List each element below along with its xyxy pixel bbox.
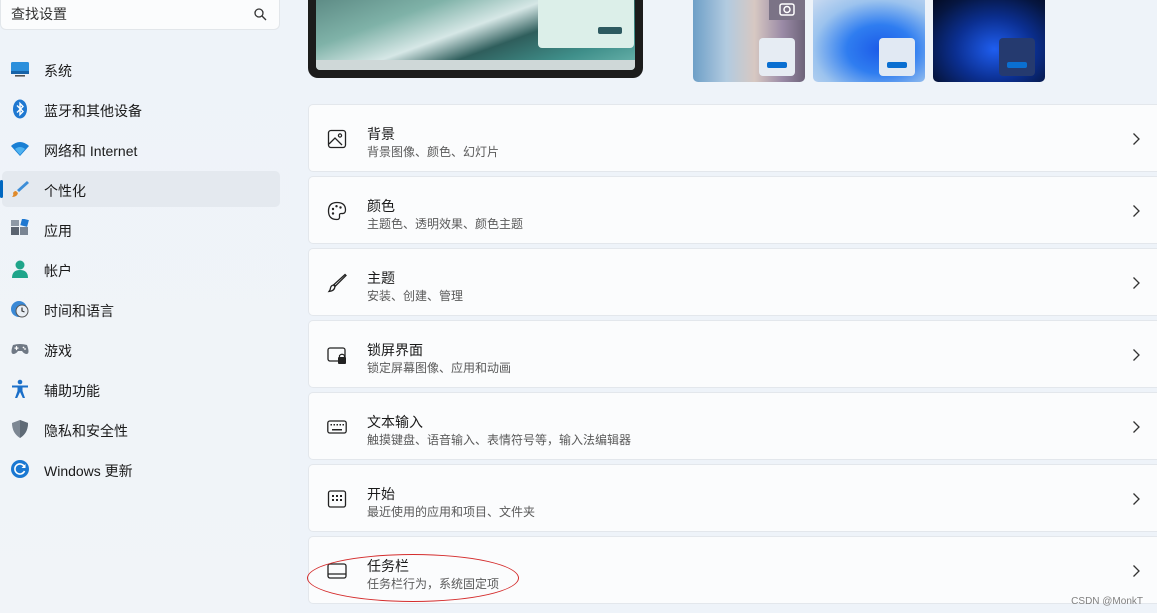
wifi-icon [11, 142, 29, 156]
bluetooth-icon [13, 99, 27, 119]
preview-taskbar [316, 60, 635, 70]
apps-icon [11, 219, 29, 235]
chevron-right-icon [1133, 349, 1140, 361]
sidebar-item-windows-update[interactable]: Windows 更新 [2, 451, 280, 487]
sidebar-item-label: 隐私和安全性 [44, 423, 128, 439]
chevron-right-icon [1133, 277, 1140, 289]
refresh-icon [11, 460, 29, 478]
chevron-right-icon [1133, 493, 1140, 505]
theme-thumbnail-1[interactable] [693, 0, 805, 82]
card-title: 主题 [367, 270, 395, 286]
brush-icon [327, 273, 347, 293]
sidebar-item-time-language[interactable]: 时间和语言 [2, 291, 280, 327]
card-subtitle: 触摸键盘、语音输入、表情符号等，输入法编辑器 [367, 433, 632, 447]
card-start[interactable]: 开始 最近使用的应用和项目、文件夹 [308, 464, 1157, 532]
card-subtitle: 安装、创建、管理 [367, 289, 464, 303]
gamepad-icon [11, 344, 29, 354]
sidebar-item-apps[interactable]: 应用 [2, 211, 280, 247]
main-content: 背景 背景图像、颜色、幻灯片 颜色 主题色、透明效果、颜色主题 主题 安装、创建… [300, 0, 1157, 613]
shield-icon [12, 420, 28, 438]
chevron-right-icon [1133, 421, 1140, 433]
card-title: 文本输入 [367, 414, 423, 430]
card-title: 锁屏界面 [367, 342, 423, 358]
chevron-right-icon [1133, 205, 1140, 217]
card-subtitle: 锁定屏幕图像、应用和动画 [367, 361, 512, 375]
search-box[interactable] [0, 0, 280, 30]
card-background[interactable]: 背景 背景图像、颜色、幻灯片 [308, 104, 1157, 172]
sidebar-item-network[interactable]: 网络和 Internet [2, 131, 280, 167]
start-icon [327, 490, 347, 508]
card-lock-screen[interactable]: 锁屏界面 锁定屏幕图像、应用和动画 [308, 320, 1157, 388]
monitor-icon [11, 62, 29, 77]
sidebar-item-gaming[interactable]: 游戏 [2, 331, 280, 367]
sidebar-item-label: 个性化 [44, 183, 86, 199]
sidebar-item-label: 时间和语言 [44, 303, 114, 319]
sidebar-item-system[interactable]: 系统 [2, 51, 280, 87]
sidebar-item-label: 蓝牙和其他设备 [44, 103, 142, 119]
search-input[interactable] [11, 3, 241, 25]
theme-thumbnail-3[interactable] [933, 0, 1045, 82]
sidebar-item-label: Windows 更新 [44, 463, 133, 479]
accessibility-icon [12, 379, 28, 398]
sidebar-item-bluetooth[interactable]: 蓝牙和其他设备 [2, 91, 280, 127]
card-title: 开始 [367, 486, 395, 502]
palette-icon [327, 201, 347, 221]
theme-thumbnail-2[interactable] [813, 0, 925, 82]
camera-icon[interactable] [769, 0, 805, 20]
keyboard-icon [327, 420, 347, 434]
nav-list: 系统 蓝牙和其他设备 网络和 Internet 个性化 应用 帐户 时间和语言 … [0, 51, 290, 491]
card-text-input[interactable]: 文本输入 触摸键盘、语音输入、表情符号等，输入法编辑器 [308, 392, 1157, 460]
sidebar-item-label: 帐户 [44, 263, 72, 279]
sidebar-item-personalization[interactable]: 个性化 [0, 171, 280, 207]
sidebar-item-accessibility[interactable]: 辅助功能 [2, 371, 280, 407]
preview-window [538, 0, 634, 48]
watermark: CSDN @MonkT [1071, 596, 1143, 607]
card-subtitle: 主题色、透明效果、颜色主题 [367, 217, 524, 231]
chevron-right-icon [1133, 565, 1140, 577]
card-colors[interactable]: 颜色 主题色、透明效果、颜色主题 [308, 176, 1157, 244]
sidebar-item-accounts[interactable]: 帐户 [2, 251, 280, 287]
sidebar-item-label: 网络和 Internet [44, 143, 138, 159]
user-icon [12, 260, 28, 278]
image-icon [327, 129, 347, 149]
preview-wallpaper [316, 0, 635, 70]
sidebar-item-label: 游戏 [44, 343, 72, 359]
card-themes[interactable]: 主题 安装、创建、管理 [308, 248, 1157, 316]
lock-screen-icon [327, 347, 346, 364]
theme-preview [308, 0, 643, 78]
paintbrush-icon [12, 181, 29, 197]
sidebar-item-label: 应用 [44, 223, 72, 239]
sidebar-item-label: 辅助功能 [44, 383, 100, 399]
sidebar: 系统 蓝牙和其他设备 网络和 Internet 个性化 [0, 0, 290, 613]
sidebar-item-privacy[interactable]: 隐私和安全性 [2, 411, 280, 447]
clock-globe-icon [11, 301, 29, 318]
chevron-right-icon [1133, 133, 1140, 145]
search-icon[interactable] [253, 7, 267, 21]
card-subtitle: 最近使用的应用和项目、文件夹 [367, 505, 536, 519]
sidebar-item-label: 系统 [44, 63, 72, 79]
card-title: 颜色 [367, 198, 395, 214]
annotation-ellipse [307, 554, 519, 602]
card-title: 背景 [367, 126, 395, 142]
card-subtitle: 背景图像、颜色、幻灯片 [367, 145, 500, 159]
